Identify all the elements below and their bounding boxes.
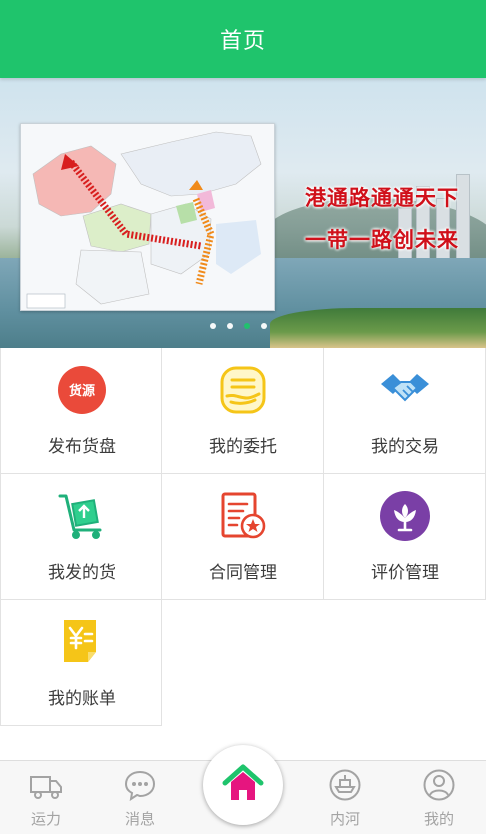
truck-icon bbox=[30, 769, 62, 801]
top-bar: 首页 bbox=[0, 0, 486, 78]
carousel-dot[interactable] bbox=[227, 323, 233, 329]
tab-capacity[interactable]: 运力 bbox=[6, 761, 86, 834]
menu-label: 发布货盘 bbox=[48, 437, 116, 457]
menu-label: 我发的货 bbox=[48, 563, 116, 583]
tab-label: 我的 bbox=[423, 810, 454, 828]
cargo-source-badge-text: 货源 bbox=[68, 384, 95, 399]
menu-my-bills[interactable]: 我的账单 bbox=[0, 600, 162, 726]
tab-inland-river[interactable]: 内河 bbox=[305, 761, 385, 834]
handshake-icon bbox=[379, 364, 431, 416]
menu-label: 我的交易 bbox=[371, 437, 439, 457]
menu-label: 合同管理 bbox=[209, 563, 277, 583]
ship-icon bbox=[329, 769, 361, 801]
carousel-dot-active[interactable] bbox=[244, 323, 250, 329]
menu-my-entrust[interactable]: 我的委托 bbox=[162, 348, 324, 474]
menu-label: 评价管理 bbox=[371, 563, 439, 583]
tab-mine[interactable]: 我的 bbox=[399, 761, 479, 834]
home-icon bbox=[222, 763, 264, 807]
carousel-dot[interactable] bbox=[210, 323, 216, 329]
banner-slogan-line2: 一带一路创未来 bbox=[305, 228, 459, 252]
user-icon bbox=[423, 769, 455, 801]
tab-messages[interactable]: 消息 bbox=[100, 761, 180, 834]
menu-my-shipments[interactable]: 我发的货 bbox=[0, 474, 162, 600]
menu-label: 我的委托 bbox=[209, 437, 277, 457]
banner-slogan-line1: 港通路通通天下 bbox=[305, 186, 459, 210]
bill-icon bbox=[56, 616, 108, 668]
tab-label: 内河 bbox=[329, 810, 360, 828]
tab-label: 运力 bbox=[30, 810, 61, 828]
home-button[interactable] bbox=[203, 745, 283, 825]
menu-my-trade[interactable]: 我的交易 bbox=[324, 348, 486, 474]
page-title: 首页 bbox=[219, 29, 266, 54]
contract-icon bbox=[217, 490, 269, 542]
banner-map bbox=[20, 123, 275, 311]
entrust-hand-icon bbox=[217, 364, 269, 416]
message-icon bbox=[124, 769, 156, 802]
cargo-source-icon: 货源 bbox=[56, 364, 108, 416]
carousel-dot[interactable] bbox=[261, 323, 267, 329]
menu-rating-management[interactable]: 评价管理 bbox=[324, 474, 486, 600]
menu-publish-cargo[interactable]: 货源 发布货盘 bbox=[0, 348, 162, 474]
tab-label: 消息 bbox=[124, 810, 155, 828]
app-screen: 首页 港通路通通天下 一带一路创未来 货源 发布货盘 我的委托 我的交易 我发的… bbox=[0, 0, 486, 834]
hand-truck-icon bbox=[56, 490, 108, 542]
carousel-indicators bbox=[0, 323, 486, 329]
banner-carousel[interactable]: 港通路通通天下 一带一路创未来 bbox=[0, 78, 486, 348]
rating-flower-icon bbox=[379, 490, 431, 542]
menu-contract-management[interactable]: 合同管理 bbox=[162, 474, 324, 600]
menu-label: 我的账单 bbox=[48, 689, 116, 709]
